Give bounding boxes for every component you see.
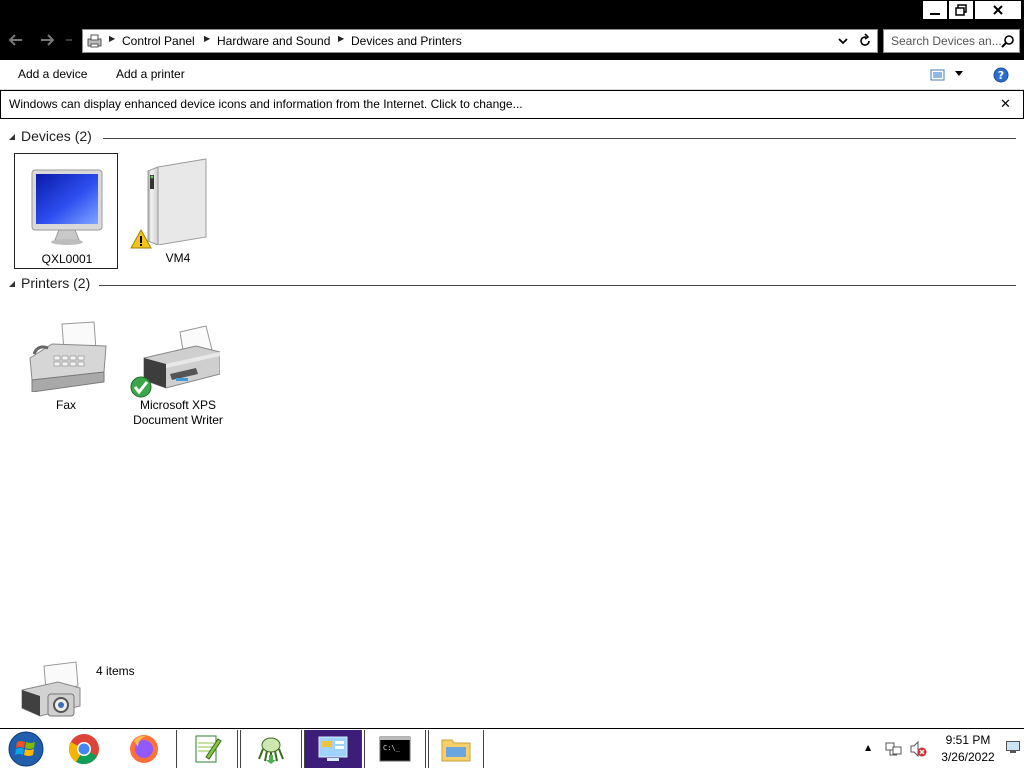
device-item-vm4[interactable]: VM4 [126,153,230,269]
back-button[interactable] [6,30,26,50]
restore-button[interactable] [948,0,974,20]
show-desktop-icon[interactable] [1006,741,1020,753]
close-icon [993,5,1003,15]
notepad-plus-icon [195,735,222,763]
default-check-icon [130,376,152,398]
devices-printers-large-icon [21,661,81,717]
group-divider [103,138,1016,139]
view-dropdown-icon[interactable] [954,70,964,78]
printers-group-header[interactable]: Printers (2) [0,275,1024,295]
search-icon[interactable] [1001,34,1015,48]
volume-muted-icon[interactable] [909,740,927,758]
monitor-icon [31,169,103,245]
device-label: VM4 [165,251,191,265]
command-bar: Add a device Add a printer ? [0,60,1024,90]
taskbar-firefox[interactable] [118,730,170,768]
printers-group-title: Printers (2) [21,275,91,291]
minimize-button[interactable] [922,0,948,20]
close-button[interactable] [974,0,1022,20]
breadcrumb-hardware-and-sound[interactable]: Hardware and Sound [217,34,330,48]
info-bar-message[interactable]: Windows can display enhanced device icon… [9,97,523,111]
firefox-icon [130,735,158,763]
navigation-bar: ▶ Control Panel ▶ Hardware and Sound ▶ D… [0,22,1024,60]
add-printer-button[interactable]: Add a printer [116,67,185,81]
back-arrow-icon [8,34,22,46]
info-bar-close-button[interactable]: ✕ [1000,97,1011,112]
breadcrumb-control-panel[interactable]: Control Panel [122,34,195,48]
collapse-group-icon[interactable] [8,133,16,141]
devices-group-title: Devices (2) [21,128,92,144]
chrome-icon [69,734,99,765]
breadcrumb-separator-icon[interactable]: ▶ [204,34,210,43]
svg-text:C:\_: C:\_ [383,744,401,752]
printer-label: Fax [55,398,76,412]
chevron-down-icon[interactable] [835,33,851,49]
forward-button[interactable] [37,30,57,50]
address-bar[interactable]: ▶ Control Panel ▶ Hardware and Sound ▶ D… [82,29,878,53]
taskbar-control-panel[interactable] [304,730,362,768]
command-prompt-icon: C:\_ [379,736,411,762]
search-placeholder: Search Devices an... [891,34,1002,48]
start-button[interactable] [0,730,52,768]
change-view-icon[interactable] [930,68,946,82]
collapse-group-icon[interactable] [8,280,16,288]
add-device-button[interactable]: Add a device [18,67,87,81]
network-icon[interactable] [885,740,903,758]
devices-group-header[interactable]: Devices (2) [0,128,1024,148]
fax-icon [29,321,107,392]
show-hidden-icons-icon[interactable]: ▲ [865,743,871,752]
devices-printers-icon [87,34,102,48]
chevron-down-icon [66,39,72,41]
taskbar-gitkraken[interactable] [240,730,302,768]
printer-label-line-2: Document Writer [133,413,223,427]
help-icon[interactable]: ? [993,67,1009,83]
search-input[interactable]: Search Devices an... [883,29,1020,53]
item-count: 4 items [96,664,135,678]
gitkraken-icon [258,737,284,764]
taskbar-chrome[interactable] [58,730,110,768]
printer-label-line-1: Microsoft XPS [139,398,217,412]
breadcrumb-devices-and-printers[interactable]: Devices and Printers [351,34,462,48]
breadcrumb-separator-icon[interactable]: ▶ [338,34,344,43]
information-bar[interactable]: Windows can display enhanced device icon… [0,90,1024,119]
clock-date[interactable]: 3/26/2022 [930,750,1006,764]
warning-icon [130,229,152,249]
printer-item-microsoft-xps[interactable]: Microsoft XPS Document Writer [126,300,230,430]
title-bar [0,0,1024,22]
taskbar: C:\_ ▲ 9:51 PM 3/26/2022 [0,728,1024,768]
minimize-icon [930,13,940,15]
svg-text:?: ? [998,69,1004,82]
clock-time[interactable]: 9:51 PM [930,733,1006,747]
breadcrumb-separator-icon[interactable]: ▶ [109,34,115,43]
windows-start-orb-icon [8,731,44,767]
refresh-icon[interactable] [857,33,873,49]
device-label: QXL0001 [41,252,93,266]
control-panel-icon [318,736,348,761]
restore-icon [955,4,967,16]
taskbar-file-explorer[interactable] [428,730,484,768]
device-item-qxl0001[interactable]: QXL0001 [14,153,118,269]
taskbar-command-prompt[interactable]: C:\_ [364,730,426,768]
group-divider [99,285,1016,286]
recent-locations-button[interactable] [64,30,74,50]
taskbar-notepad-plus[interactable] [176,730,238,768]
printer-item-fax[interactable]: Fax [14,300,118,420]
forward-arrow-icon [41,34,55,46]
folder-icon [441,739,471,762]
